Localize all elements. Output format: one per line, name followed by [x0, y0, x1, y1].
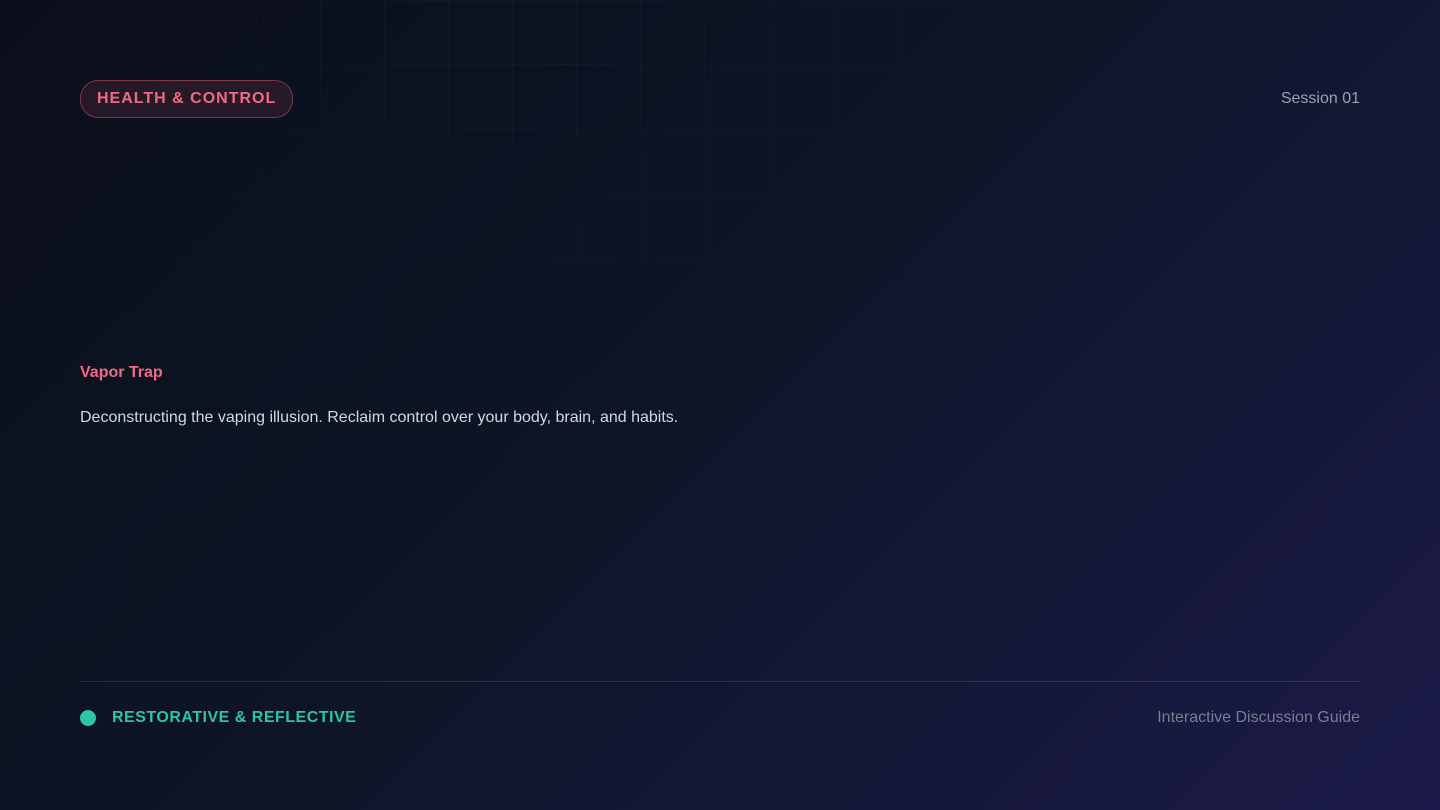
guide-label: Interactive Discussion Guide	[1157, 709, 1360, 726]
page-subtitle: Deconstructing the vaping illusion. Recl…	[80, 409, 679, 426]
mood-label: RESTORATIVE & REFLECTIVE	[112, 709, 357, 726]
session-label: Session 01	[1280, 90, 1360, 107]
top-bar: HEALTH & CONTROL Session 01	[80, 80, 1360, 118]
category-tag: HEALTH & CONTROL	[80, 80, 294, 118]
mood-indicator: RESTORATIVE & REFLECTIVE	[80, 709, 356, 727]
page-title: Vapor Trap	[80, 364, 163, 381]
status-dot-icon	[80, 710, 96, 726]
footer: RESTORATIVE & REFLECTIVE Interactive Dis…	[80, 704, 1360, 732]
background-grid	[0, 0, 1440, 810]
footer-divider	[80, 681, 1360, 682]
